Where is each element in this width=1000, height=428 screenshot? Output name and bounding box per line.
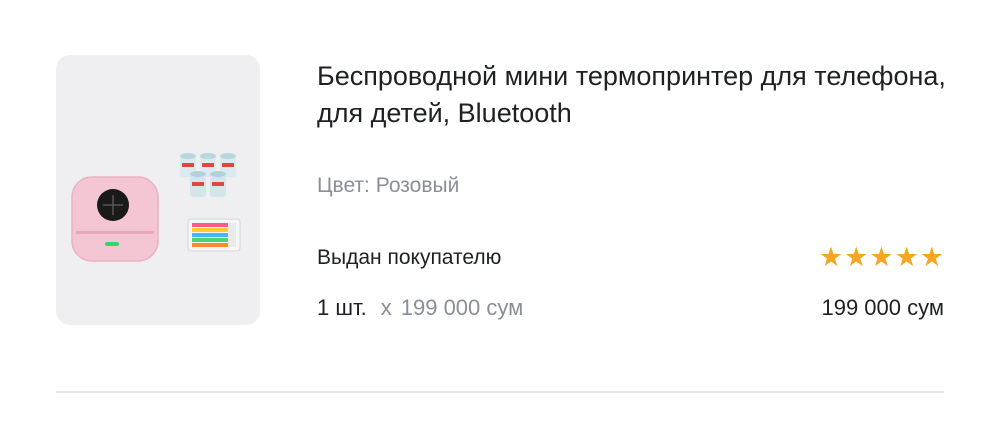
star-icon[interactable]: ★ — [819, 243, 843, 273]
star-icon[interactable]: ★ — [844, 243, 868, 273]
product-color: Цвет: Розовый — [317, 174, 459, 198]
order-status: Выдан покупателю — [317, 246, 502, 269]
quantity-row: 1 шт. x 199 000 сум — [317, 295, 523, 321]
product-image[interactable] — [56, 55, 260, 325]
order-item: Беспроводной мини термопринтер для телеф… — [0, 0, 1000, 428]
total-price: 199 000 сум — [821, 295, 944, 320]
quantity: 1 шт. — [317, 295, 367, 320]
times-sign: x — [380, 295, 392, 320]
star-icon[interactable]: ★ — [869, 243, 893, 273]
star-icon[interactable]: ★ — [895, 243, 919, 273]
printer-product-icon — [71, 153, 241, 262]
divider — [56, 391, 944, 393]
color-label: Цвет: — [317, 174, 370, 197]
star-icon[interactable]: ★ — [920, 243, 944, 273]
product-title[interactable]: Беспроводной мини термопринтер для телеф… — [317, 58, 947, 132]
rating-stars[interactable]: ★ ★ ★ ★ ★ — [819, 243, 944, 273]
color-value: Розовый — [375, 174, 460, 197]
unit-price: 199 000 сум — [400, 295, 524, 320]
